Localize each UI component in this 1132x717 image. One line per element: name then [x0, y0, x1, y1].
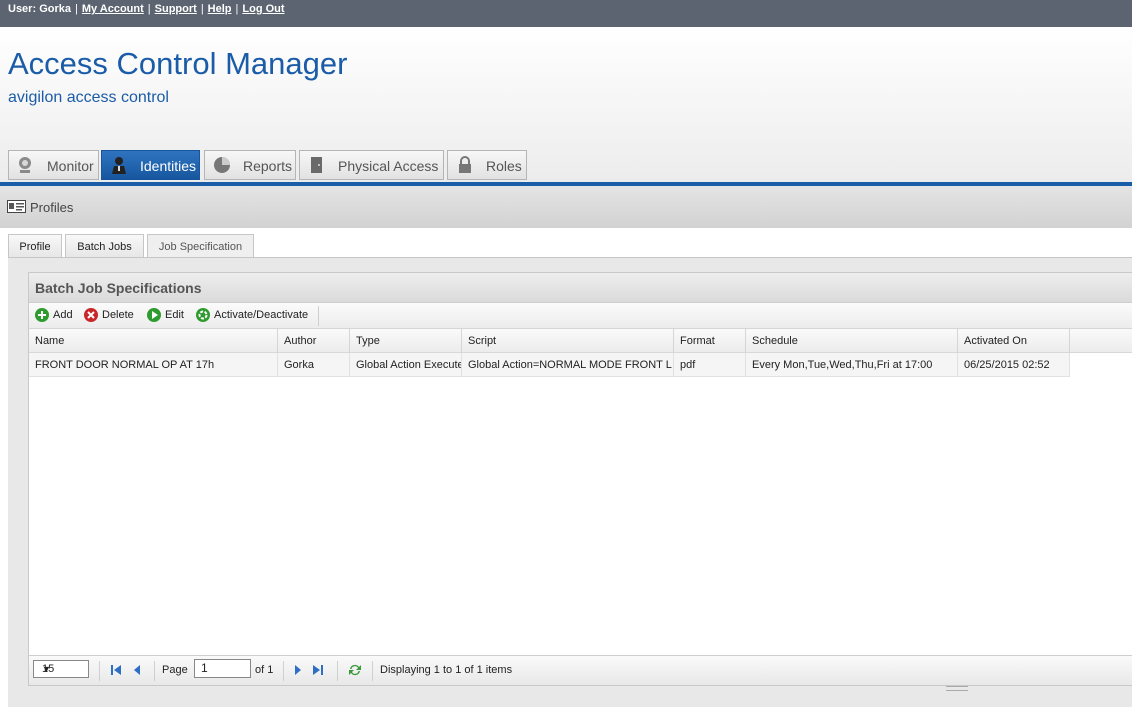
column-header-script[interactable]: Script [462, 329, 674, 353]
next-page-icon[interactable] [291, 663, 305, 677]
help-link[interactable]: Help [208, 3, 232, 15]
log-out-link[interactable]: Log Out [242, 3, 284, 15]
pager-status: Displaying 1 to 1 of 1 items [380, 664, 512, 676]
last-page-icon[interactable] [311, 663, 325, 677]
edit-icon [147, 308, 161, 322]
section-title: Profiles [30, 200, 73, 215]
app-subtitle: avigilon access control [8, 89, 169, 107]
page-label: Page [162, 664, 188, 676]
tab-reports[interactable]: Reports [204, 150, 296, 180]
subtab-batch-jobs[interactable]: Batch Jobs [65, 234, 144, 258]
tab-monitor-label: Monitor [47, 158, 94, 174]
refresh-icon[interactable] [347, 662, 363, 678]
delete-icon [84, 308, 98, 322]
resize-handle[interactable] [946, 686, 968, 691]
cell-schedule: Every Mon,Tue,Wed,Thu,Fri at 17:00 [746, 353, 958, 376]
column-header-type[interactable]: Type [350, 329, 462, 353]
door-icon [308, 156, 326, 174]
subtab-profile-label: Profile [9, 241, 61, 253]
support-link[interactable]: Support [155, 3, 197, 15]
pager-separator [372, 661, 373, 681]
subtab-profile[interactable]: Profile [8, 234, 62, 258]
cell-script: Global Action=NORMAL MODE FRONT L [462, 353, 674, 376]
subtab-job-specification-label: Job Specification [148, 241, 253, 253]
webcam-icon [17, 156, 35, 174]
tab-roles-label: Roles [486, 158, 522, 174]
padlock-icon [456, 156, 474, 174]
add-button-label: Add [53, 309, 73, 321]
pager-separator [154, 661, 155, 681]
delete-button-label: Delete [102, 309, 134, 321]
grid-title-bar: Batch Job Specifications [29, 273, 1132, 303]
cell-author: Gorka [278, 353, 350, 376]
batch-job-grid: Batch Job Specifications Add Delete Edit… [28, 272, 1132, 686]
first-page-icon[interactable] [109, 663, 123, 677]
grid-toolbar: Add Delete Edit Activate/Deactivate [29, 303, 1132, 329]
tab-physical-access[interactable]: Physical Access [299, 150, 444, 180]
activate-deactivate-button[interactable]: Activate/Deactivate [196, 308, 308, 324]
id-card-icon [7, 200, 26, 213]
subtab-batch-jobs-label: Batch Jobs [66, 241, 143, 253]
cell-name: FRONT DOOR NORMAL OP AT 17h [29, 353, 278, 376]
pager-separator [283, 661, 284, 681]
top-user-bar: User: Gorka|My Account|Support|Help|Log … [0, 0, 1132, 27]
delete-button[interactable]: Delete [84, 308, 134, 324]
tab-monitor[interactable]: Monitor [8, 150, 99, 180]
cell-format: pdf [674, 353, 746, 376]
tab-roles[interactable]: Roles [447, 150, 527, 180]
edit-button[interactable]: Edit [147, 308, 184, 324]
app-title: Access Control Manager [8, 46, 347, 82]
tab-physical-access-label: Physical Access [338, 158, 438, 174]
pager-separator [99, 661, 100, 681]
activate-icon [196, 308, 210, 322]
column-header-schedule[interactable]: Schedule [746, 329, 958, 353]
add-icon [35, 308, 49, 322]
pie-chart-icon [213, 156, 231, 174]
activate-deactivate-label: Activate/Deactivate [214, 309, 308, 321]
page-size-select[interactable]: 15▼ [33, 660, 89, 678]
edit-button-label: Edit [165, 309, 184, 321]
previous-page-icon[interactable] [130, 663, 144, 677]
subtab-job-specification[interactable]: Job Specification [147, 234, 254, 259]
table-row[interactable]: FRONT DOOR NORMAL OP AT 17h Gorka Global… [29, 353, 1070, 377]
column-header-format[interactable]: Format [674, 329, 746, 353]
column-header-name[interactable]: ^Name [29, 329, 278, 353]
tab-identities[interactable]: Identities [101, 150, 200, 180]
page-count-label: of 1 [255, 664, 273, 676]
grid-title: Batch Job Specifications [35, 280, 201, 296]
page-number-input[interactable]: 1 [194, 659, 251, 678]
tab-identities-label: Identities [140, 158, 196, 174]
cell-activated-on: 06/25/2015 02:52 [958, 353, 1070, 376]
tab-reports-label: Reports [243, 158, 292, 174]
column-header-activated-on[interactable]: Activated On [958, 329, 1070, 353]
column-header-author[interactable]: Author [278, 329, 350, 353]
user-name: Gorka [39, 3, 71, 15]
grid-pager: 15▼ Page 1 of 1 Displaying 1 to 1 of 1 i… [29, 655, 1132, 685]
user-label: User: [8, 3, 36, 15]
person-icon [110, 156, 128, 174]
chevron-down-icon: ▼ [42, 664, 83, 674]
grid-header: ^Name Author Type Script Format Schedule… [29, 329, 1132, 353]
cell-type: Global Action Execute [350, 353, 462, 376]
add-button[interactable]: Add [35, 308, 73, 324]
my-account-link[interactable]: My Account [82, 3, 144, 15]
toolbar-separator [318, 306, 319, 326]
section-bar: Profiles [0, 186, 1132, 228]
pager-separator [337, 661, 338, 681]
